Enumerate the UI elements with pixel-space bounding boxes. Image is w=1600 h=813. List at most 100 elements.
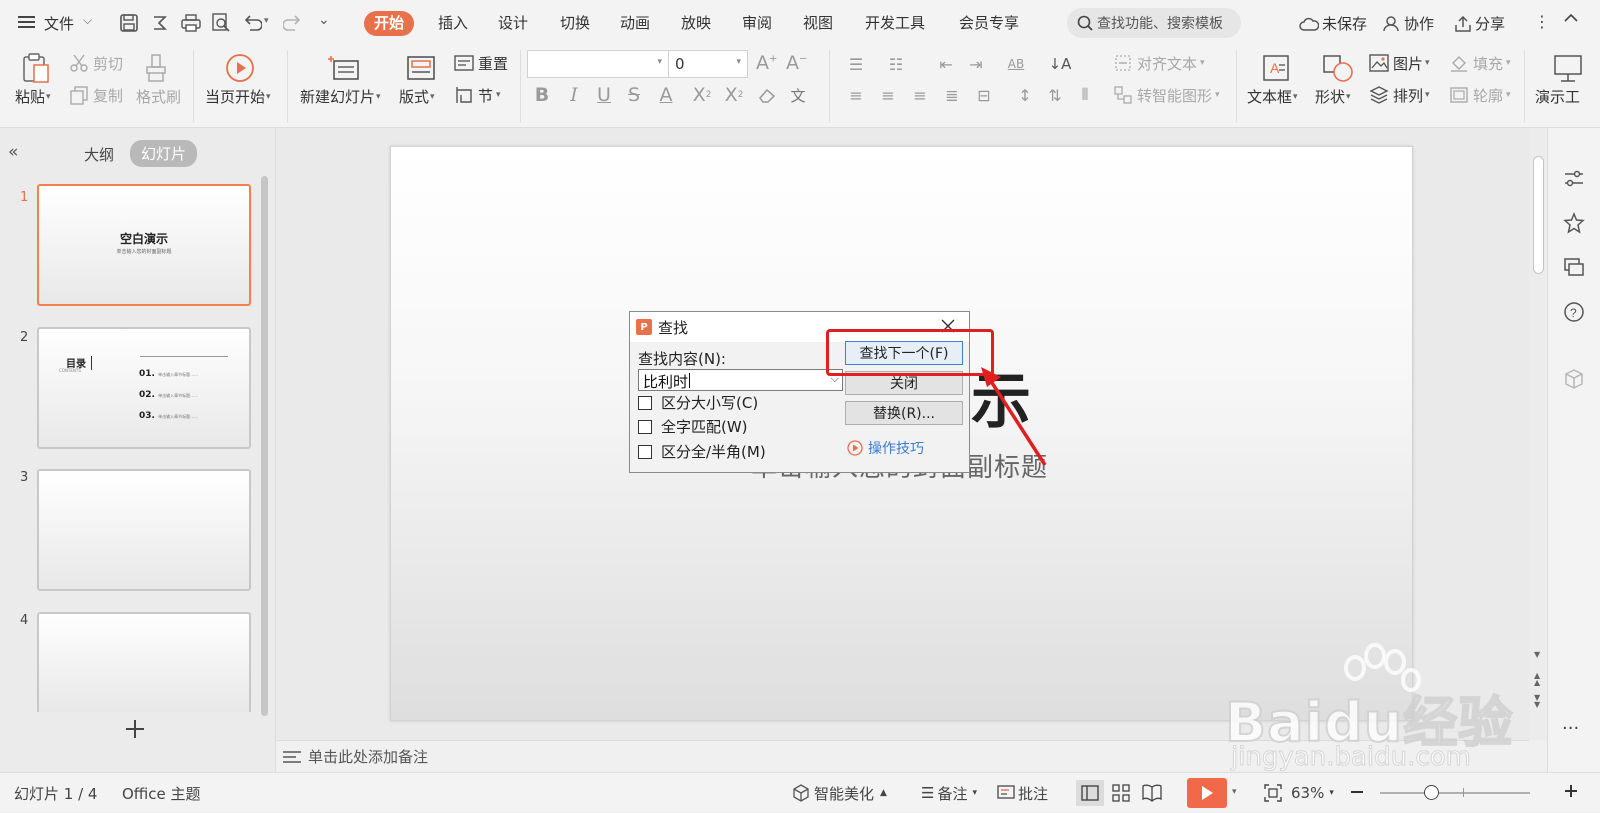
redo-icon[interactable] <box>282 12 304 34</box>
tab-0[interactable]: 开始 <box>364 11 415 36</box>
tips-link[interactable]: 操作技巧 <box>847 438 924 458</box>
tab-4[interactable]: 动画 <box>610 11 660 36</box>
font-name-combo[interactable]: ▾ <box>527 50 669 78</box>
format-painter-button[interactable]: 格式刷 <box>136 86 181 107</box>
tab-6[interactable]: 审阅 <box>732 11 782 36</box>
undo-dropdown-icon[interactable]: ▾ <box>264 16 269 26</box>
save-icon[interactable] <box>118 12 140 34</box>
align-center-icon[interactable]: ≡ <box>876 83 900 107</box>
normal-view-icon[interactable] <box>1076 780 1104 806</box>
smart-beautify-button[interactable]: 智能美化 ▲ <box>792 773 887 813</box>
slide-thumbnail-3[interactable] <box>37 469 251 591</box>
tab-slides[interactable]: 幻灯片 <box>130 140 198 167</box>
scroll-thumb[interactable] <box>1533 156 1544 274</box>
more-vertical-icon[interactable]: ⋮ <box>1534 12 1550 31</box>
layout-icon[interactable] <box>403 50 439 86</box>
tab-7[interactable]: 视图 <box>793 11 843 36</box>
decrease-font-icon[interactable]: A− <box>786 52 807 74</box>
slideshow-dropdown-icon[interactable]: ▾ <box>1232 787 1237 797</box>
find-input[interactable]: 比利时 ⌵ <box>638 369 843 391</box>
comments-toggle[interactable]: 批注 <box>997 773 1048 813</box>
properties-icon[interactable] <box>1563 168 1585 190</box>
replace-button[interactable]: 替换(R)... <box>845 401 963 425</box>
collapse-ribbon-icon[interactable] <box>1563 10 1579 26</box>
zoom-slider[interactable] <box>1380 785 1530 800</box>
decrease-indent-icon[interactable]: ⇤ <box>934 52 958 76</box>
layout-button[interactable]: 版式 ▾ <box>399 86 435 107</box>
strikethrough-icon[interactable]: S <box>622 83 646 107</box>
numbering-icon[interactable]: ☷ <box>884 52 908 76</box>
search-box[interactable]: 查找功能、搜索模板 <box>1067 8 1241 38</box>
subscript-icon[interactable]: X2 <box>722 83 746 107</box>
fill-button[interactable]: 填充 ▾ <box>1448 52 1511 74</box>
next-slide-icon[interactable]: ▼ ▼ <box>1534 694 1540 709</box>
notes-toggle[interactable]: ☰ 备注 ▾ <box>921 773 977 813</box>
play-from-current-icon[interactable] <box>222 50 258 86</box>
zoom-in-icon[interactable] <box>1564 784 1578 798</box>
unsaved-indicator[interactable]: 未保存 <box>1299 13 1367 34</box>
undo-icon[interactable] <box>241 12 263 34</box>
presenter-tools-icon[interactable] <box>1550 50 1586 86</box>
format-to-pdf-icon[interactable] <box>149 12 171 34</box>
slide-thumbnail-4[interactable] <box>37 612 251 712</box>
smartart-button[interactable]: 转智能图形 ▾ <box>1112 84 1220 106</box>
pane-scrollbar[interactable] <box>261 176 268 716</box>
full-half-width-checkbox[interactable]: 区分全/半角(M) <box>638 441 766 462</box>
tab-2[interactable]: 设计 <box>488 11 538 36</box>
tab-9[interactable]: 会员专享 <box>949 11 1029 36</box>
font-color-icon[interactable]: A <box>654 83 678 107</box>
add-slide-icon[interactable] <box>124 718 146 740</box>
tab-outline[interactable]: 大纲 <box>84 144 114 165</box>
picture-button[interactable]: 图片 ▾ <box>1368 52 1430 74</box>
paste-button[interactable]: 粘贴 ▾ <box>15 86 51 107</box>
increase-indent-icon[interactable]: ⇥ <box>964 52 988 76</box>
help-icon[interactable]: ? <box>1563 301 1585 323</box>
slide-sorter-icon[interactable] <box>1112 784 1130 802</box>
bold-icon[interactable]: B <box>530 83 554 107</box>
canvas-scrollbar[interactable]: ▼ ▲ ▲ ▼ ▼ <box>1529 128 1547 740</box>
distribute-icon[interactable]: ⊟ <box>972 83 996 107</box>
more-horizontal-icon[interactable]: ··· <box>1562 718 1579 739</box>
transition-icon[interactable] <box>1563 256 1585 278</box>
new-slide-icon[interactable] <box>326 50 362 86</box>
tab-5[interactable]: 放映 <box>671 11 721 36</box>
phonetic-guide-icon[interactable]: 文 <box>786 83 810 107</box>
new-slide-button[interactable]: 新建幻灯片 ▾ <box>300 86 381 107</box>
chevron-down-icon[interactable]: ⌵ <box>83 13 92 28</box>
align-right-icon[interactable]: ≡ <box>908 83 932 107</box>
cube-icon[interactable] <box>1563 368 1585 390</box>
print-preview-icon[interactable] <box>210 12 232 34</box>
file-menu[interactable]: 文件 <box>44 13 74 34</box>
play-from-current-button[interactable]: 当页开始 ▾ <box>205 86 271 107</box>
presenter-tools-button[interactable]: 演示工 <box>1535 86 1580 107</box>
column-icon[interactable]: ⫴ <box>1073 83 1097 107</box>
slide-thumbnail-2[interactable]: 目录 CONTENTS 01. 单击输入章节标题…… 02. 单击输入章节标题…… <box>37 327 251 449</box>
chevron-down-icon[interactable]: ▾ <box>657 57 662 67</box>
justify-icon[interactable]: ≣ <box>940 83 964 107</box>
bullets-icon[interactable]: ☰ <box>844 52 868 76</box>
align-left-icon[interactable]: ≡ <box>844 83 868 107</box>
align-text-button[interactable]: 对齐文本 ▾ <box>1112 52 1205 74</box>
textbox-button[interactable]: 文本框 ▾ <box>1247 86 1298 107</box>
slide-thumbnail-1[interactable]: 空白演示 单击输入您的封面副标题 <box>37 184 251 306</box>
fit-window-icon[interactable] <box>1264 784 1282 802</box>
shape-button[interactable]: 形状 ▾ <box>1315 86 1351 107</box>
tab-8[interactable]: 开发工具 <box>855 11 935 36</box>
animation-icon[interactable] <box>1563 212 1585 234</box>
copy-button[interactable]: 复制 <box>68 84 123 106</box>
sort-icon[interactable]: ↓A <box>1048 52 1072 76</box>
prev-slide-icon[interactable]: ▲ ▲ <box>1534 672 1540 687</box>
match-case-checkbox[interactable]: 区分大小写(C) <box>638 392 758 413</box>
superscript-icon[interactable]: X2 <box>690 83 714 107</box>
underline-icon[interactable]: U <box>592 83 616 107</box>
outline-button[interactable]: 轮廓 ▾ <box>1448 84 1511 106</box>
textbox-icon[interactable]: A <box>1258 50 1294 86</box>
reset-button[interactable]: 重置 <box>453 52 508 74</box>
zoom-slider-thumb[interactable] <box>1424 785 1439 800</box>
menu-icon[interactable] <box>18 14 36 30</box>
shape-icon[interactable] <box>1320 50 1356 86</box>
italic-icon[interactable]: I <box>562 83 586 107</box>
customize-toolbar-icon[interactable]: ⌄ <box>318 12 330 28</box>
share-button[interactable]: 分享 <box>1454 13 1505 34</box>
play-slideshow-button[interactable] <box>1187 778 1227 808</box>
